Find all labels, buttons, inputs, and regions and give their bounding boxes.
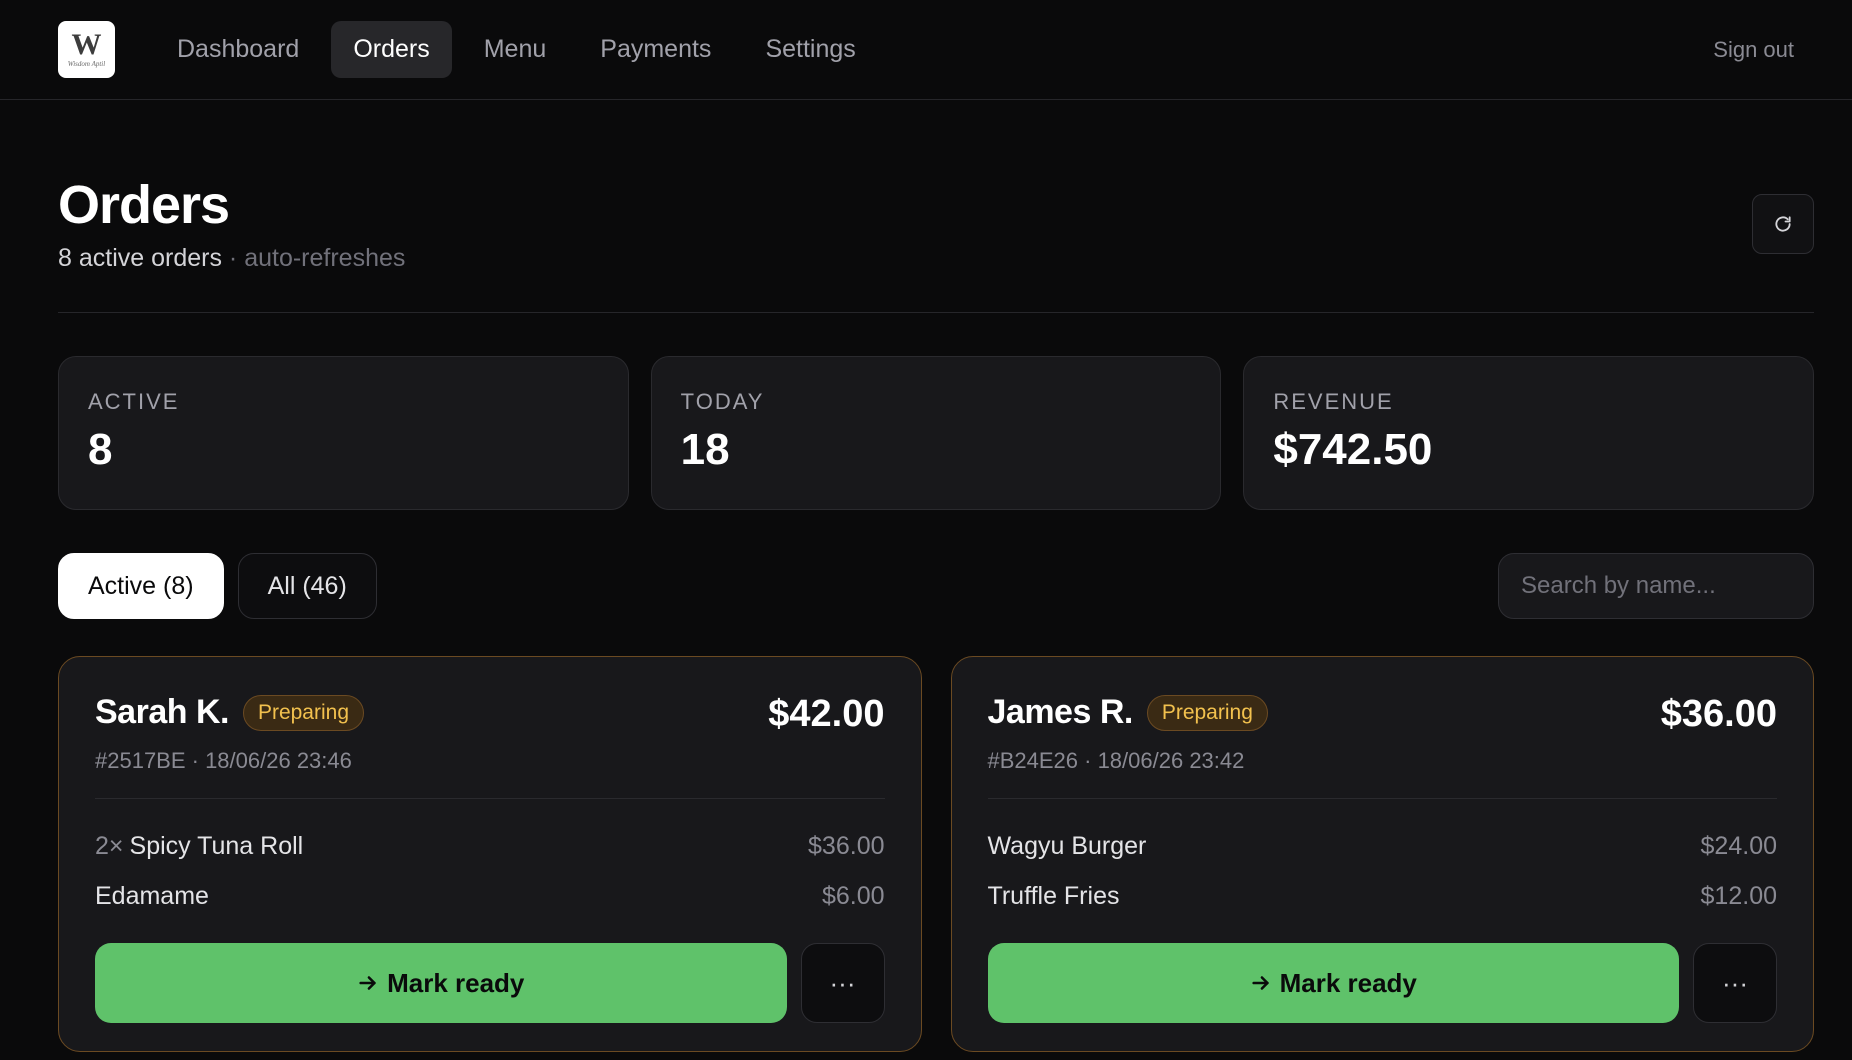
more-icon: ··· bbox=[1722, 967, 1748, 998]
page-header: Orders 8 active orders · auto-refreshes bbox=[58, 170, 1814, 313]
nav-item-menu[interactable]: Menu bbox=[462, 21, 569, 78]
filter-tab-active[interactable]: Active (8) bbox=[58, 553, 224, 619]
more-options-button[interactable]: ··· bbox=[1693, 943, 1777, 1023]
card-divider bbox=[987, 798, 1777, 799]
stat-label: REVENUE bbox=[1273, 389, 1394, 414]
status-badge: Preparing bbox=[242, 694, 365, 731]
order-card: Sarah K. Preparing #2517BE · 18/06/26 23… bbox=[58, 656, 922, 1052]
brand-logo[interactable]: W Wisdom Aptil bbox=[58, 21, 115, 78]
stat-label: ACTIVE bbox=[88, 389, 180, 414]
card-divider bbox=[95, 798, 885, 799]
arrow-right-icon bbox=[1251, 976, 1269, 990]
main-nav: Dashboard Orders Menu Payments Settings bbox=[155, 21, 878, 78]
order-cards: Sarah K. Preparing #2517BE · 18/06/26 23… bbox=[58, 656, 1814, 1052]
filter-bar: Active (8) All (46) bbox=[58, 553, 1814, 619]
sign-out-link[interactable]: Sign out bbox=[1713, 37, 1794, 63]
customer-name: James R. bbox=[987, 693, 1134, 731]
order-card: James R. Preparing #B24E26 · 18/06/26 23… bbox=[950, 656, 1814, 1052]
stat-card-active: ACTIVE 8 bbox=[58, 356, 629, 510]
filter-tab-all[interactable]: All (46) bbox=[237, 553, 377, 619]
item-price: $6.00 bbox=[821, 882, 885, 910]
active-orders-count: 8 active orders bbox=[58, 244, 222, 272]
order-line-item: Wagyu Burger $24.00 bbox=[988, 821, 1778, 871]
stat-label: TODAY bbox=[680, 389, 765, 414]
item-price: $24.00 bbox=[1700, 832, 1777, 860]
order-meta: #B24E26 · 18/06/26 23:42 bbox=[987, 748, 1245, 773]
item-quantity: 2× bbox=[95, 832, 124, 860]
mark-ready-button[interactable]: Mark ready bbox=[95, 943, 787, 1023]
mark-ready-label: Mark ready bbox=[1279, 967, 1417, 998]
customer-name: Sarah K. bbox=[95, 693, 229, 731]
refresh-icon bbox=[1775, 216, 1791, 232]
auto-refresh-note: auto-refreshes bbox=[244, 244, 406, 272]
stat-card-today: TODAY 18 bbox=[650, 356, 1222, 510]
item-price: $12.00 bbox=[1700, 882, 1777, 910]
nav-item-settings[interactable]: Settings bbox=[743, 21, 877, 78]
order-total: $42.00 bbox=[768, 693, 885, 735]
page-subtitle: 8 active orders · auto-refreshes bbox=[58, 244, 1814, 273]
refresh-button[interactable] bbox=[1752, 194, 1814, 254]
order-line-item: 2× Spicy Tuna Roll $36.00 bbox=[95, 821, 885, 871]
top-nav-bar: W Wisdom Aptil Dashboard Orders Menu Pay… bbox=[0, 0, 1852, 100]
arrow-right-icon bbox=[359, 976, 376, 990]
order-actions: Mark ready ··· bbox=[95, 943, 885, 1023]
order-actions: Mark ready ··· bbox=[987, 943, 1777, 1023]
mark-ready-label: Mark ready bbox=[387, 967, 525, 998]
mark-ready-button[interactable]: Mark ready bbox=[987, 943, 1679, 1023]
item-name: Spicy Tuna Roll bbox=[129, 832, 304, 860]
logo-script: Wisdom Aptil bbox=[67, 60, 106, 68]
order-line-item: Edamame $6.00 bbox=[95, 871, 885, 921]
order-name-row: Sarah K. Preparing bbox=[95, 693, 365, 732]
order-total: $36.00 bbox=[1660, 693, 1777, 735]
item-name: Truffle Fries bbox=[987, 882, 1120, 910]
logo-glyph: W bbox=[71, 28, 102, 61]
stat-value: 18 bbox=[680, 425, 730, 474]
nav-item-orders[interactable]: Orders bbox=[331, 21, 452, 78]
order-name-row: James R. Preparing bbox=[988, 693, 1268, 732]
order-line-item: Truffle Fries $12.00 bbox=[988, 871, 1778, 921]
order-meta: #2517BE · 18/06/26 23:46 bbox=[95, 748, 352, 773]
stat-value: 8 bbox=[88, 425, 113, 474]
stat-value: $742.50 bbox=[1273, 425, 1433, 474]
status-badge: Preparing bbox=[1146, 694, 1268, 731]
subtitle-separator: · bbox=[228, 244, 238, 272]
item-price: $36.00 bbox=[808, 832, 885, 860]
order-card-header: Sarah K. Preparing #2517BE · 18/06/26 23… bbox=[95, 693, 885, 774]
stats-row: ACTIVE 8 TODAY 18 REVENUE $742.50 bbox=[58, 356, 1815, 510]
stat-card-revenue: REVENUE $742.50 bbox=[1243, 356, 1815, 510]
page-title: Orders bbox=[58, 175, 230, 235]
nav-item-payments[interactable]: Payments bbox=[578, 21, 733, 78]
item-name: Edamame bbox=[95, 882, 209, 910]
more-icon: ··· bbox=[829, 967, 856, 998]
search-input[interactable] bbox=[1498, 553, 1814, 619]
order-card-header: James R. Preparing #B24E26 · 18/06/26 23… bbox=[988, 693, 1778, 774]
nav-item-dashboard[interactable]: Dashboard bbox=[155, 21, 321, 78]
more-options-button[interactable]: ··· bbox=[800, 943, 885, 1023]
item-name: Wagyu Burger bbox=[987, 832, 1147, 860]
